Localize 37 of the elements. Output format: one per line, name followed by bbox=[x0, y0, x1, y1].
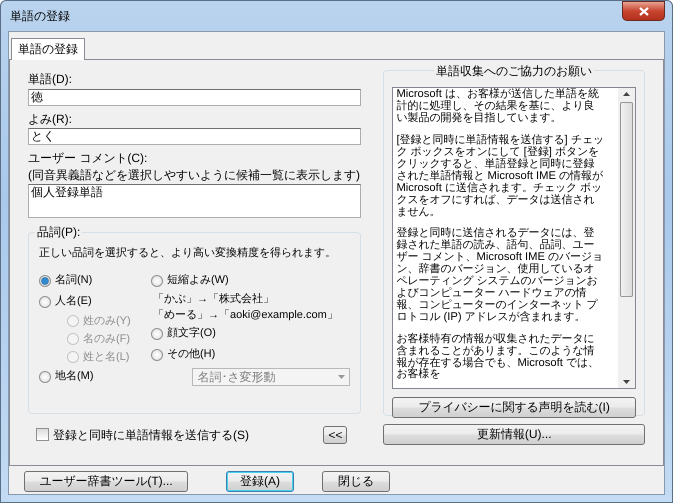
caret-icon bbox=[338, 375, 346, 380]
collapse-button[interactable]: << bbox=[323, 426, 348, 444]
example-text: 「かぶ」→「株式会社」 bbox=[152, 292, 275, 308]
text-field[interactable]: とく bbox=[28, 128, 362, 146]
dialog-button[interactable]: ユーザー辞書ツール(T)... bbox=[24, 471, 188, 492]
example-text: 「めーる」→「aoki@example.com」 bbox=[152, 308, 338, 324]
comment-field[interactable]: 個人登録単語 bbox=[28, 184, 362, 218]
dialog-button[interactable]: 閉じる bbox=[322, 471, 390, 492]
description-text: 正しい品詞を選択すると、より高い変換精度を得られます。 bbox=[39, 246, 337, 260]
field-label: ユーザー コメント(C): bbox=[28, 151, 148, 166]
info-paragraph: [登録と同時に単語情報を送信する] チェック ボックスをオンにして [登録] ボタンをクリックすると、単語登録と同時に登録された単語情報と Microsoft IME の情報が Microsoft に送信されます。チェック ボックスをオフにすれば、データは送信されません。 bbox=[396, 135, 605, 218]
scrollbar[interactable] bbox=[618, 88, 635, 388]
field-hint: (同音異義語などを選択しやすいように候補一覧に表示します) bbox=[28, 168, 361, 182]
scroll-down-icon[interactable] bbox=[623, 380, 630, 384]
radio-option[interactable]: 人名(E) bbox=[39, 291, 151, 312]
tab[interactable]: 単語の登録 bbox=[11, 38, 85, 60]
close-button[interactable] bbox=[622, 1, 665, 21]
info-paragraph: お客様特有の情報が収集されたデータに含まれることがあります。このような情報が存在する場合でも、Microsoft では、お客様を bbox=[396, 334, 600, 382]
radio-option[interactable]: 短縮よみ(W) bbox=[151, 270, 338, 292]
scroll-thumb[interactable] bbox=[620, 102, 633, 298]
privacy-button[interactable]: プライバシーに関する声明を読む(I) bbox=[392, 397, 636, 418]
dialog-button[interactable]: 登録(A) bbox=[226, 471, 294, 492]
radio-option[interactable]: 名詞(N) bbox=[39, 270, 151, 292]
info-paragraph: 登録と同時に送信されるデータには、登録された単語の読み、語句、品詞、ユーザー コメント、Microsoft IME のバージョン、辞書のバージョン、使用しているオペレーティング システムのバージョンおよびコンピューター ハードウェアの情報、コンピューターのインターネット プロトコル (IP) アドレスが含まれます。 bbox=[396, 228, 604, 324]
field-label: よみ(R): bbox=[28, 112, 73, 126]
group-title: 品詞(P): bbox=[35, 224, 82, 239]
radio-option[interactable]: 地名(M) bbox=[39, 366, 151, 388]
close-icon bbox=[638, 6, 648, 16]
window-title: 単語の登録 bbox=[9, 8, 70, 24]
group-title: 単語収集へのご協力のお願い bbox=[434, 64, 594, 78]
field-label: 単語(D): bbox=[28, 72, 73, 87]
radio-option[interactable]: その他(H) bbox=[151, 344, 338, 366]
radio-option[interactable]: 顔文字(O) bbox=[151, 323, 338, 344]
checkbox-option[interactable]: 登録と同時に単語情報を送信する(S) bbox=[36, 428, 249, 442]
update-button[interactable]: 更新情報(U)... bbox=[383, 424, 645, 446]
scroll-up-icon[interactable] bbox=[623, 92, 630, 96]
text-field[interactable]: 徳 bbox=[28, 88, 362, 106]
